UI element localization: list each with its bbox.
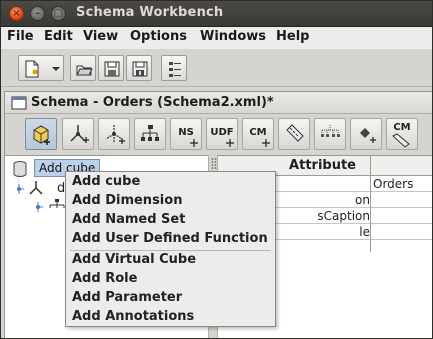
add-measure-icon	[286, 124, 304, 142]
add-level-icon	[321, 125, 340, 137]
splitter-grip-icon	[211, 158, 217, 169]
save-button[interactable]	[98, 55, 124, 81]
add-udf-icon: UDF	[210, 127, 234, 138]
menu-windows[interactable]: Windows	[200, 29, 266, 44]
add-element-context-menu: Add cube Add Dimension Add Named Set Add…	[65, 171, 276, 327]
minimize-window-button[interactable]: –	[30, 6, 45, 21]
menu-item-add-dimension[interactable]: Add Dimension	[72, 193, 182, 212]
close-window-button[interactable]: ×	[9, 6, 24, 21]
close-icon: ×	[12, 8, 21, 19]
column-divider[interactable]	[370, 156, 371, 252]
main-toolbar	[1, 49, 432, 87]
maximize-window-button[interactable]: □	[51, 6, 66, 21]
add-measure-button[interactable]	[278, 118, 310, 150]
menu-item-add-role[interactable]: Add Role	[72, 271, 137, 290]
add-dimension-usage-icon	[105, 125, 125, 144]
add-calculated-measure-button[interactable]: CM	[386, 118, 418, 150]
menu-edit[interactable]: Edit	[44, 29, 73, 44]
menu-options[interactable]: Options	[130, 29, 187, 44]
menu-item-add-parameter[interactable]: Add Parameter	[72, 290, 182, 309]
menu-item-add-virtual-cube[interactable]: Add Virtual Cube	[72, 252, 196, 271]
menu-item-add-cube[interactable]: Add cube	[72, 174, 140, 193]
maximize-icon: □	[53, 8, 64, 19]
minimize-icon: –	[35, 8, 40, 19]
plus-icon	[190, 139, 198, 147]
save-as-disk-icon	[132, 61, 148, 77]
new-schema-button[interactable]	[18, 55, 64, 81]
add-dimension-icon	[70, 125, 89, 143]
menu-help[interactable]: Help	[276, 29, 309, 44]
add-named-set-icon: NS	[178, 127, 194, 138]
save-disk-icon	[104, 61, 120, 77]
add-calculated-measure-icon: CM	[393, 122, 411, 133]
menu-file[interactable]: File	[7, 29, 34, 44]
add-level-button[interactable]	[314, 118, 346, 150]
menu-item-add-user-defined-function[interactable]: Add User Defined Function	[72, 231, 268, 250]
application-window: × – □ Schema Workbench File Edit View Op…	[0, 0, 433, 339]
schema-window-title: Schema - Orders (Schema2.xml)*	[31, 95, 274, 110]
open-button[interactable]	[70, 55, 96, 81]
dimension-node-icon	[29, 181, 43, 195]
title-bar[interactable]: × – □ Schema Workbench	[1, 1, 432, 27]
add-property-icon	[360, 128, 376, 143]
add-property-button[interactable]	[350, 118, 382, 150]
ruler-icon	[392, 133, 410, 148]
add-dimension-usage-button[interactable]	[98, 118, 130, 150]
window-icon	[11, 96, 27, 110]
menu-view[interactable]: View	[83, 29, 118, 44]
add-hierarchy-icon	[141, 125, 159, 141]
preferences-button[interactable]	[161, 55, 187, 81]
preferences-icon	[169, 62, 181, 77]
add-hierarchy-button[interactable]	[134, 118, 166, 150]
add-udf-button[interactable]: UDF	[206, 118, 238, 150]
plus-icon	[262, 139, 270, 147]
schema-window-titlebar[interactable]: Schema - Orders (Schema2.xml)*	[5, 92, 432, 114]
hierarchy-node-icon	[49, 199, 65, 208]
add-named-set-button[interactable]: NS	[170, 118, 202, 150]
schema-toolbar: NS UDF CM CM	[5, 115, 432, 153]
menu-item-add-named-set[interactable]: Add Named Set	[72, 212, 185, 231]
add-cube-icon	[33, 125, 50, 145]
tree-guide-line	[18, 174, 19, 184]
open-folder-icon	[76, 65, 93, 76]
add-dimension-button[interactable]	[62, 118, 94, 150]
tree-expand-handle-icon[interactable]	[33, 202, 43, 212]
chevron-down-icon	[52, 67, 60, 71]
plus-icon	[226, 139, 234, 147]
attribute-value-cell[interactable]: Orders	[373, 177, 413, 191]
menu-item-add-annotations[interactable]: Add Annotations	[72, 309, 194, 328]
menu-bar: File Edit View Options Windows Help	[1, 27, 432, 49]
new-document-icon	[25, 60, 39, 78]
add-cube-button[interactable]	[25, 118, 57, 150]
add-calculated-member-icon: CM	[249, 127, 267, 138]
window-title: Schema Workbench	[76, 5, 224, 20]
save-as-button[interactable]	[126, 55, 152, 81]
menu-separator	[70, 250, 271, 251]
add-calculated-member-button[interactable]: CM	[242, 118, 274, 150]
